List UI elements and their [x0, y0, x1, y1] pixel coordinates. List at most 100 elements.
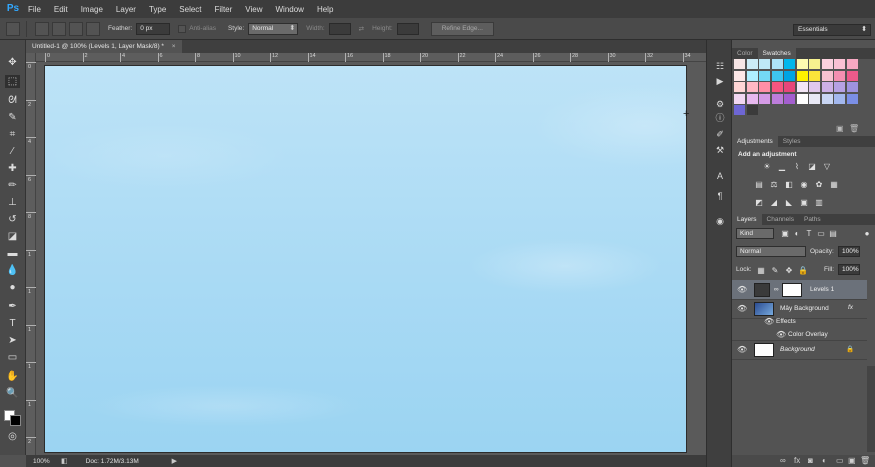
swatch[interactable] [821, 93, 833, 104]
add-selection-icon[interactable] [52, 21, 66, 36]
vibrance-icon[interactable]: ▽ [822, 162, 832, 171]
blend-mode-select[interactable]: Normal [736, 246, 806, 257]
swatch[interactable] [809, 93, 820, 104]
tab-adjustments[interactable]: Adjustments [732, 136, 778, 147]
horizontal-ruler[interactable]: 0 2 4 6 8 10 12 14 16 18 20 22 24 26 28 30 32 34 [36, 53, 706, 62]
swap-icon[interactable]: ⇄ [359, 25, 364, 33]
menu-filter[interactable]: Filter [215, 5, 233, 14]
tab-layers[interactable]: Layers [732, 214, 762, 225]
add-mask-icon[interactable]: ◙ [808, 456, 813, 465]
color-balance-icon[interactable]: ⚖ [769, 180, 779, 189]
lock-position-icon[interactable]: ✥ [784, 266, 794, 275]
export-icon[interactable]: ◧ [61, 457, 68, 465]
swatch[interactable] [784, 93, 795, 104]
close-icon[interactable]: × [172, 43, 176, 50]
zoom-tool-icon[interactable]: 🔍 [5, 387, 20, 400]
workspace-select[interactable]: Essentials [793, 24, 871, 36]
swatch[interactable] [771, 93, 783, 104]
paragraph-icon[interactable]: ¶ [713, 190, 727, 202]
menu-help[interactable]: Help [317, 5, 333, 14]
black-white-icon[interactable]: ◧ [784, 180, 794, 189]
layer-effects-row[interactable]: 👁 Effects [732, 316, 867, 328]
layers-scrollbar[interactable] [867, 366, 875, 452]
vertical-ruler[interactable]: 024681111122 [26, 53, 36, 455]
swatch[interactable] [834, 59, 845, 69]
swatch[interactable] [834, 70, 845, 81]
layer-row-levels[interactable]: 👁 ∞ Levels 1 [732, 280, 867, 300]
new-swatch-icon[interactable]: ▣ [836, 124, 844, 133]
swatch[interactable] [784, 70, 795, 81]
hue-saturation-icon[interactable]: ▤ [754, 180, 764, 189]
lasso-tool-icon[interactable]: ᘛ [5, 94, 20, 107]
link-layers-icon[interactable]: ∞ [780, 456, 786, 465]
behance-icon[interactable]: ◉ [713, 215, 727, 227]
refine-edge-button[interactable]: Refine Edge... [430, 21, 494, 36]
levels-icon[interactable]: ▁ [777, 162, 787, 171]
lock-transparent-icon[interactable]: ▦ [756, 266, 766, 275]
menu-view[interactable]: View [245, 5, 262, 14]
width-input[interactable] [328, 22, 351, 35]
swatch[interactable] [846, 93, 858, 104]
swatch[interactable] [846, 59, 858, 69]
swatch[interactable] [796, 70, 808, 81]
new-group-icon[interactable]: ▭ [836, 456, 844, 465]
add-style-icon[interactable]: fx [794, 456, 800, 465]
fill-input[interactable]: 100% [838, 264, 860, 275]
lock-pixels-icon[interactable]: ✎ [770, 266, 780, 275]
swatch[interactable] [771, 59, 783, 69]
dodge-tool-icon[interactable]: ● [5, 281, 20, 294]
swatch[interactable] [809, 82, 820, 92]
new-adjustment-icon[interactable]: ◐ [822, 456, 827, 465]
filter-adjustment-icon[interactable]: ◐ [792, 229, 802, 238]
invert-icon[interactable]: ◩ [754, 198, 764, 207]
antialias-checkbox[interactable] [178, 24, 187, 33]
menu-select[interactable]: Select [179, 5, 201, 14]
visibility-eye-icon[interactable]: 👁 [737, 304, 747, 313]
channel-mixer-icon[interactable]: ✿ [814, 180, 824, 189]
blur-tool-icon[interactable]: 💧 [5, 264, 20, 277]
filter-smart-icon[interactable]: ▤ [828, 229, 838, 238]
menu-file[interactable]: File [28, 5, 41, 14]
swatch[interactable] [821, 82, 833, 92]
swatch[interactable] [846, 82, 858, 92]
layer-mask-thumbnail[interactable] [782, 283, 802, 297]
swatch[interactable] [821, 59, 833, 69]
healing-brush-icon[interactable]: ✚ [5, 162, 20, 175]
menu-image[interactable]: Image [81, 5, 103, 14]
opacity-input[interactable]: 100% [838, 246, 860, 257]
swatch[interactable] [846, 70, 858, 81]
rectangular-marquee-icon[interactable]: ⬚ [5, 75, 20, 88]
swatch[interactable] [784, 59, 795, 69]
brush-presets-icon[interactable]: ✐ [713, 128, 727, 140]
properties-icon[interactable]: ⚙ [713, 98, 727, 110]
photo-filter-icon[interactable]: ◉ [799, 180, 809, 189]
background-color-swatch[interactable] [10, 415, 21, 426]
swatch[interactable] [834, 93, 845, 104]
menu-layer[interactable]: Layer [116, 5, 136, 14]
menu-window[interactable]: Window [276, 5, 304, 14]
filter-toggle-icon[interactable]: ● [862, 229, 872, 238]
shape-tool-icon[interactable]: ▭ [5, 351, 20, 364]
subtract-selection-icon[interactable] [69, 21, 83, 36]
intersect-selection-icon[interactable] [86, 21, 100, 36]
swatch[interactable] [734, 105, 745, 115]
swatch[interactable] [834, 82, 845, 92]
swatch[interactable] [796, 93, 808, 104]
chain-link-icon[interactable]: ∞ [774, 286, 779, 293]
swatch[interactable] [734, 82, 745, 92]
swatch[interactable] [759, 93, 770, 104]
swatch[interactable] [734, 70, 745, 81]
history-icon[interactable]: ☷ [713, 60, 727, 72]
tab-styles[interactable]: Styles [778, 136, 806, 147]
swatch[interactable] [746, 59, 758, 69]
swatch[interactable] [784, 82, 795, 92]
height-input[interactable] [396, 22, 419, 35]
effect-eye-icon[interactable]: 👁 [776, 330, 786, 339]
filter-type-icon[interactable]: T [804, 229, 814, 238]
character-icon[interactable]: A [713, 170, 727, 182]
swatch[interactable] [796, 82, 808, 92]
visibility-eye-icon[interactable]: 👁 [737, 345, 747, 354]
swatch[interactable] [734, 93, 745, 104]
trash-icon[interactable]: 🗑 [849, 124, 859, 133]
tab-channels[interactable]: Channels [762, 214, 799, 225]
